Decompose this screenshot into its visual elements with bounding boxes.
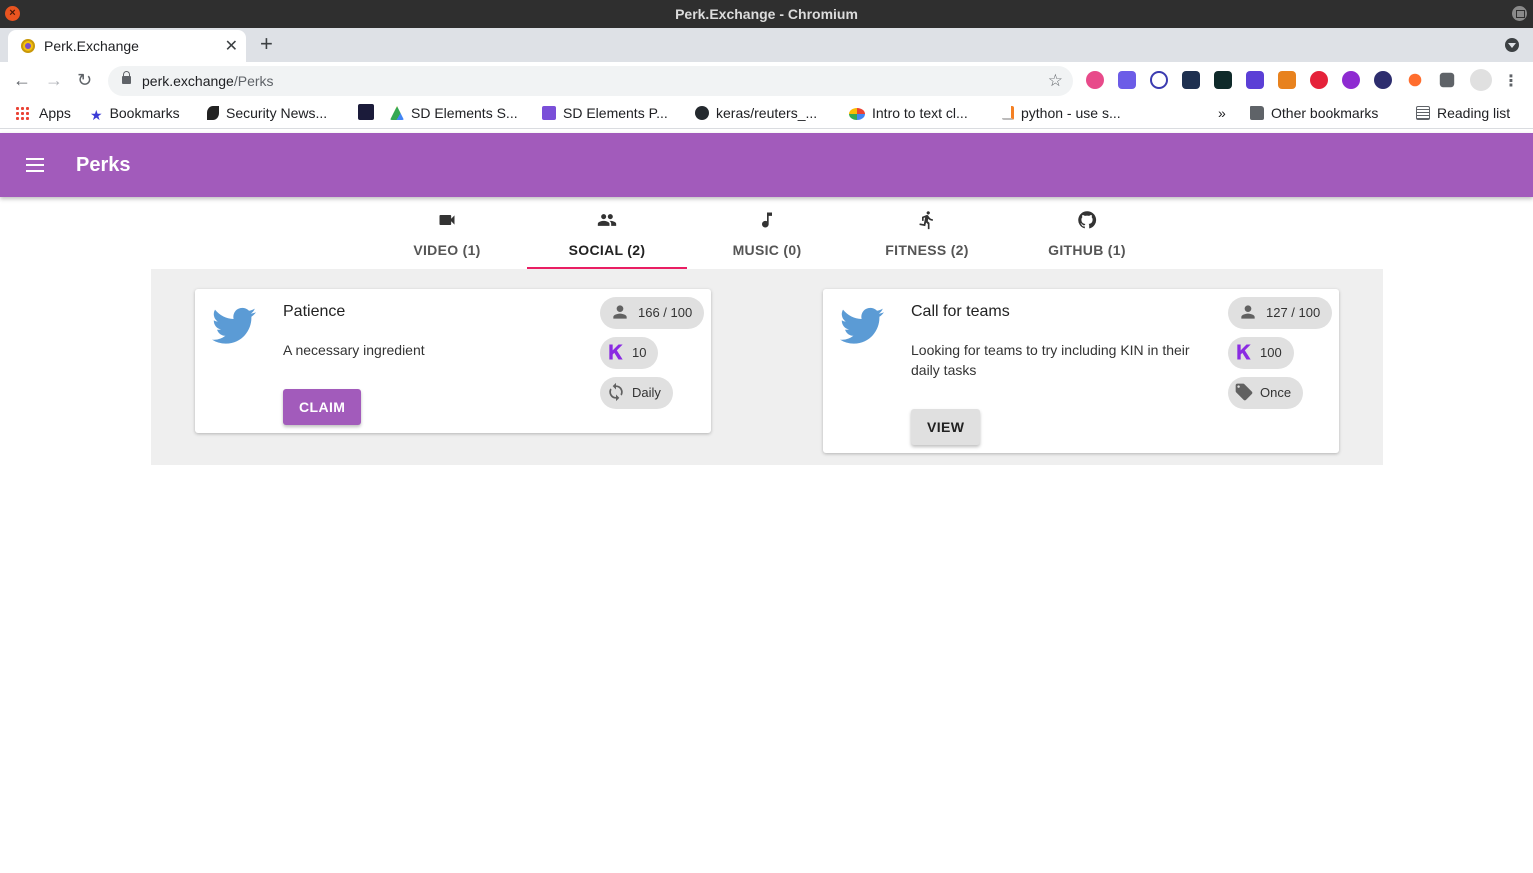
extension-icon[interactable]	[1246, 71, 1264, 89]
tab-label: FITNESS (2)	[885, 242, 969, 258]
tag-icon	[1235, 383, 1253, 401]
menu-icon[interactable]	[26, 158, 46, 172]
bookmark-sd-elements-s[interactable]: SD Elements S...	[390, 105, 518, 121]
reading-list[interactable]: Reading list	[1416, 105, 1510, 121]
perk-card: Patience A necessary ingredient CLAIM 16…	[195, 289, 711, 433]
reading-list-icon	[1416, 106, 1430, 120]
kin-icon	[1237, 344, 1251, 360]
bookmark-sde[interactable]	[358, 104, 374, 121]
tab-title: Perk.Exchange	[44, 38, 139, 54]
tab-search-icon[interactable]	[1505, 38, 1519, 52]
reload-icon[interactable]: ↻	[77, 70, 92, 91]
other-bookmarks[interactable]: Other bookmarks	[1250, 105, 1378, 121]
person-icon	[613, 305, 627, 319]
puzzle-icon[interactable]	[1439, 72, 1455, 88]
reward-chip: 10	[600, 337, 659, 369]
extension-icon[interactable]	[1182, 71, 1200, 89]
tab-github[interactable]: GITHUB (1)	[1007, 200, 1167, 269]
github-icon	[695, 106, 709, 120]
bookmark-sd-elements-p[interactable]: SD Elements P...	[542, 105, 668, 121]
twitter-icon	[212, 307, 256, 344]
star-icon: ★	[90, 107, 103, 123]
bookmarks-overflow-button[interactable]: »	[1218, 105, 1226, 121]
repeat-icon	[609, 382, 623, 402]
perk-title: Call for teams	[911, 303, 1010, 320]
extension-icon[interactable]	[1310, 71, 1328, 89]
twitter-icon	[840, 307, 884, 344]
tab-label: MUSIC (0)	[732, 242, 802, 258]
github-icon	[1078, 211, 1097, 229]
tab-video[interactable]: VIDEO (1)	[367, 200, 527, 269]
tab-fitness[interactable]: FITNESS (2)	[847, 200, 1007, 269]
people-icon	[597, 214, 617, 226]
music-note-icon	[762, 212, 772, 228]
profile-avatar[interactable]	[1470, 69, 1492, 91]
bookmark-python[interactable]: python - use s...	[1002, 105, 1121, 121]
apps-grid-icon	[15, 106, 29, 120]
bookmark-intro-text[interactable]: Intro to text cl...	[849, 105, 968, 121]
os-titlebar: × Perk.Exchange - Chromium	[0, 0, 1533, 28]
back-arrow-icon[interactable]: ←	[13, 70, 31, 91]
perk-title: Patience	[283, 303, 346, 320]
page-title: Perks	[76, 154, 131, 176]
bookmarks-bar: Apps ★ Bookmarks Security News... SD Elem…	[0, 99, 1533, 129]
extension-icon[interactable]	[1150, 71, 1168, 89]
app-bar: Perks	[0, 133, 1533, 197]
sde-icon	[358, 104, 374, 120]
lock-icon[interactable]	[122, 71, 131, 84]
new-tab-button[interactable]: +	[260, 31, 273, 57]
view-button[interactable]: VIEW	[911, 409, 981, 445]
window-title: Perk.Exchange - Chromium	[675, 6, 858, 22]
metamask-icon[interactable]	[1278, 71, 1296, 89]
tab-label: VIDEO (1)	[413, 242, 481, 258]
extension-icon[interactable]	[1214, 71, 1232, 89]
folder-icon	[1250, 106, 1264, 120]
google-drive-icon	[390, 106, 404, 120]
browser-tab[interactable]: Perk.Exchange ✕	[8, 30, 246, 62]
extension-icon[interactable]	[1118, 71, 1136, 89]
stackoverflow-icon	[1002, 106, 1014, 120]
person-icon	[1241, 305, 1255, 319]
perk-exchange-favicon-icon	[21, 39, 35, 53]
url-text[interactable]: perk.exchange/Perks	[142, 73, 274, 89]
browser-menu-icon[interactable]: ⋮	[1503, 71, 1519, 91]
browser-toolbar: ← → ↻ perk.exchange/Perks ☆ ⋮	[0, 62, 1533, 99]
perk-card: Call for teams Looking for teams to try …	[823, 289, 1339, 453]
extension-icon[interactable]	[1342, 71, 1360, 89]
frequency-chip: Daily	[600, 377, 673, 409]
extension-icon[interactable]	[1374, 71, 1392, 89]
kin-icon	[609, 344, 623, 360]
bookmark-bookmarks[interactable]: ★ Bookmarks	[90, 105, 180, 123]
participants-chip: 166 / 100	[600, 297, 705, 329]
address-bar[interactable]: perk.exchange/Perks ☆	[108, 66, 1073, 96]
perk-description: Looking for teams to try including KIN i…	[911, 342, 1190, 378]
tab-social[interactable]: SOCIAL (2)	[527, 200, 687, 269]
feed-icon	[207, 106, 219, 120]
window-restore-button[interactable]	[1512, 6, 1527, 21]
extension-icon[interactable]	[1408, 73, 1422, 87]
participants-chip: 127 / 100	[1228, 297, 1333, 329]
tab-label: SOCIAL (2)	[568, 242, 646, 258]
run-icon	[919, 211, 933, 230]
bookmark-apps[interactable]: Apps	[15, 105, 71, 121]
bookmark-keras[interactable]: keras/reuters_...	[695, 105, 817, 121]
google-cloud-icon	[849, 108, 865, 120]
forward-arrow-icon[interactable]: →	[45, 70, 63, 91]
tab-label: GITHUB (1)	[1048, 242, 1126, 258]
bookmark-star-icon[interactable]: ☆	[1048, 71, 1063, 91]
google-docs-icon	[542, 106, 556, 120]
claim-button[interactable]: CLAIM	[283, 389, 362, 425]
bookmark-security-news[interactable]: Security News...	[207, 105, 327, 121]
perk-description: A necessary ingredient	[283, 342, 425, 358]
extension-icon[interactable]	[1086, 71, 1104, 89]
perks-content: Patience A necessary ingredient CLAIM 16…	[151, 269, 1383, 465]
frequency-chip: Once	[1228, 377, 1304, 409]
reward-chip: 100	[1228, 337, 1294, 369]
tab-close-icon[interactable]: ✕	[225, 36, 238, 56]
tab-strip: Perk.Exchange ✕ +	[0, 28, 1533, 62]
videocam-icon	[439, 215, 455, 225]
category-tabs: VIDEO (1) SOCIAL (2) MUSIC (0) FITNESS (…	[367, 200, 1167, 269]
tab-music[interactable]: MUSIC (0)	[687, 200, 847, 269]
